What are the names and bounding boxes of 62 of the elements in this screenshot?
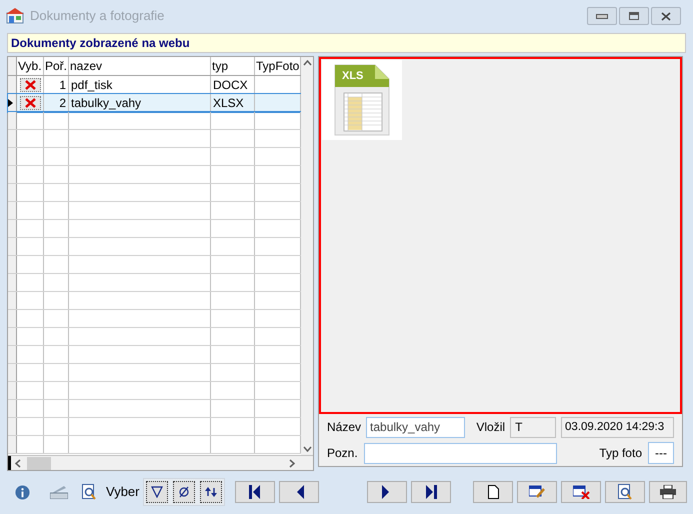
edit-record-button[interactable]	[517, 481, 558, 503]
document-preview-icon	[618, 484, 632, 500]
scroll-up-icon	[302, 60, 312, 66]
scroll-right-icon	[289, 458, 295, 468]
select-checkbox[interactable]	[20, 96, 40, 110]
name-field[interactable]: tabulky_vahy	[366, 416, 466, 438]
row-indicator[interactable]	[8, 94, 17, 111]
delete-record-button[interactable]	[561, 481, 602, 503]
inserted-date-field: 03.09.2020 14:29:3	[561, 416, 674, 438]
app-icon	[6, 8, 24, 24]
column-header[interactable]: typ	[211, 57, 255, 75]
maximize-button[interactable]	[619, 7, 649, 25]
print-button[interactable]	[649, 481, 688, 503]
preview-button[interactable]	[605, 481, 646, 503]
next-record-button[interactable]	[367, 481, 408, 503]
filter-label: Vyber	[106, 483, 140, 502]
clear-filter-button[interactable]	[173, 481, 196, 503]
info-icon[interactable]	[15, 484, 30, 500]
scroll-left-icon	[15, 458, 21, 468]
spreadsheet-file-icon	[333, 63, 391, 137]
swap-icon	[205, 486, 218, 498]
blank-page-icon	[488, 485, 499, 499]
edit-record-icon	[528, 485, 546, 499]
section-header: Dokumenty zobrazené na webu	[11, 35, 190, 52]
cross-icon	[24, 98, 36, 108]
inserted-label: Vložil	[476, 419, 506, 436]
table-row[interactable]: 2 tabulky_vahy XLSX	[8, 94, 301, 112]
column-header[interactable]: Poř.	[44, 57, 69, 75]
photo-type-field[interactable]: ---	[648, 442, 674, 464]
last-record-icon	[425, 485, 438, 499]
table-cell: 2	[44, 94, 69, 111]
window-title: Dokumenty a fotografie	[30, 7, 164, 26]
close-button[interactable]	[651, 7, 681, 25]
inserted-by-field: T	[510, 416, 556, 438]
column-header[interactable]: nazev	[69, 57, 211, 75]
empty-set-icon	[178, 486, 190, 498]
invert-filter-button[interactable]	[200, 481, 222, 503]
table-cell: tabulky_vahy	[69, 94, 211, 111]
first-record-button[interactable]	[235, 481, 276, 503]
photo-type-label: Typ foto	[599, 445, 642, 462]
thumbnail-label: XLS	[342, 69, 364, 84]
last-record-button[interactable]	[411, 481, 452, 503]
cross-icon	[24, 80, 36, 90]
new-document-button[interactable]	[473, 481, 514, 503]
first-record-icon	[249, 485, 262, 499]
row-pointer-icon	[8, 98, 13, 106]
document-preview-icon[interactable]	[82, 484, 96, 500]
minimize-button[interactable]	[587, 7, 617, 25]
note-label: Pozn.	[327, 445, 358, 462]
delete-record-icon	[572, 485, 590, 499]
triangle-icon	[151, 486, 164, 498]
close-icon	[661, 12, 671, 20]
column-header[interactable]: Vyb.	[17, 57, 44, 75]
printer-icon	[660, 485, 676, 499]
table-cell: XLSX	[211, 94, 255, 111]
name-label: Název	[327, 419, 362, 436]
filter-button[interactable]	[146, 481, 168, 503]
scroll-down-icon	[302, 446, 312, 452]
select-checkbox[interactable]	[20, 78, 40, 92]
scroll-thumb[interactable]	[27, 456, 51, 470]
previous-record-button[interactable]	[279, 481, 320, 503]
scanner-icon[interactable]	[50, 485, 68, 499]
